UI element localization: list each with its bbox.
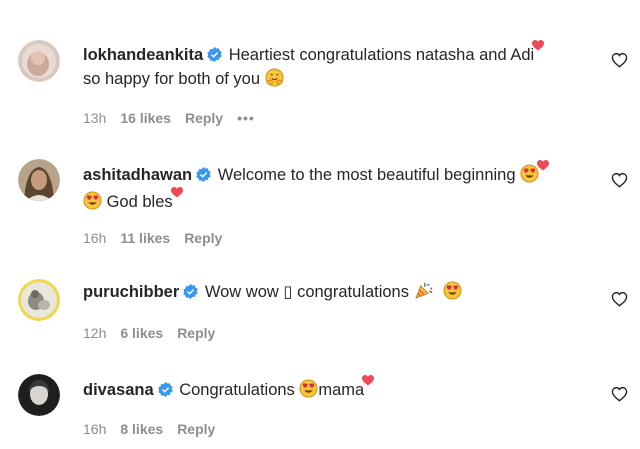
red-heart-emoji-icon [537, 160, 550, 171]
more-options-button[interactable]: ••• [237, 110, 255, 126]
comment-time: 16h [83, 421, 107, 437]
verified-badge-icon [207, 47, 222, 62]
username[interactable]: lokhandeankita [83, 46, 203, 64]
username[interactable]: divasana [83, 381, 154, 399]
red-heart-emoji-icon [362, 375, 375, 386]
heart-eyes-emoji-icon [299, 379, 318, 398]
comment-time: 13h [83, 110, 107, 126]
avatar[interactable] [18, 159, 60, 201]
hugging-face-emoji-icon [265, 68, 284, 87]
username[interactable]: ashitadhawan [83, 166, 192, 184]
avatar[interactable] [18, 374, 60, 416]
likes-count[interactable]: 16 likes [120, 110, 171, 126]
verified-badge-icon [196, 167, 211, 182]
comment-text-line2: mama [318, 381, 365, 399]
heart-eyes-emoji-icon [443, 281, 462, 300]
verified-badge-icon [183, 284, 198, 299]
heart-outline-icon[interactable] [611, 52, 628, 68]
comment-text-line2: God bles [106, 193, 173, 211]
red-heart-emoji-icon [532, 40, 545, 51]
comment-text-line2: so happy for both of you [83, 70, 261, 88]
heart-outline-icon[interactable] [611, 386, 628, 402]
verified-badge-icon [158, 382, 173, 397]
reply-button[interactable]: Reply [177, 421, 215, 437]
reply-button[interactable]: Reply [185, 110, 223, 126]
comment-text: Heartiest congratulations natasha and Ad… [228, 46, 535, 64]
likes-count[interactable]: 11 likes [120, 230, 170, 246]
avatar[interactable] [18, 40, 60, 82]
heart-outline-icon[interactable] [611, 172, 628, 188]
username[interactable]: puruchibber [83, 283, 179, 301]
comment-time: 16h [83, 230, 107, 246]
reply-button[interactable]: Reply [177, 325, 215, 341]
comment-time: 12h [83, 325, 107, 341]
avatar[interactable] [18, 279, 60, 321]
comment-text: Congratulations [179, 381, 295, 399]
comment-text: Wow wow ▯ congratulations [204, 283, 409, 301]
red-heart-emoji-icon [170, 187, 183, 198]
comment-text: Welcome to the most beautiful beginning [217, 166, 516, 184]
party-popper-emoji-icon [414, 282, 433, 299]
likes-count[interactable]: 8 likes [120, 421, 163, 437]
reply-button[interactable]: Reply [184, 230, 222, 246]
heart-eyes-emoji-icon [83, 191, 102, 210]
heart-outline-icon[interactable] [611, 291, 628, 307]
likes-count[interactable]: 6 likes [120, 325, 163, 341]
